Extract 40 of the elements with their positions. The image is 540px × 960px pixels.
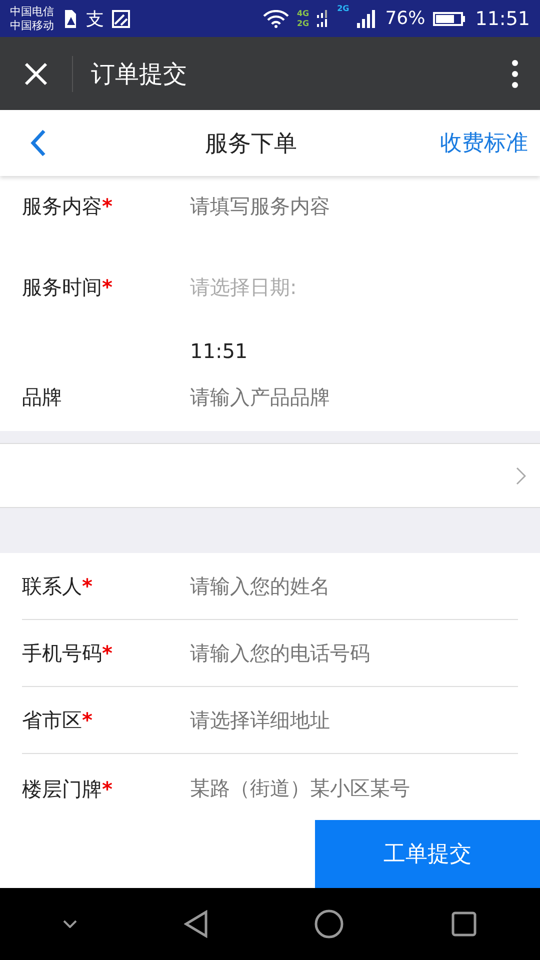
signal-icon (357, 8, 378, 28)
input-field[interactable]: 请输入您的姓名 (190, 574, 518, 598)
recents-square-icon[interactable] (450, 911, 477, 937)
carrier-name: 中国电信 (10, 4, 54, 18)
wifi-icon (262, 10, 289, 28)
app-glyph: 支 (86, 8, 104, 30)
page-title: 服务下单 (204, 130, 298, 158)
app-title: 订单提交 (91, 58, 188, 90)
carrier-name: 中国移动 (10, 18, 54, 32)
battery-percent: 76% (385, 8, 426, 29)
home-circle-icon[interactable] (314, 909, 344, 939)
close-icon[interactable] (24, 62, 48, 86)
pricing-link[interactable]: 收费标准 (426, 128, 540, 158)
input-field[interactable]: 请选择详细地址 (190, 708, 518, 732)
network-type: 2G (296, 18, 310, 28)
network-type: 4G (296, 8, 310, 18)
input-field[interactable]: 请输入产品品牌 (190, 384, 518, 410)
chevron-down-icon[interactable] (63, 920, 78, 928)
field-label: 品牌 (22, 384, 63, 411)
back-icon[interactable] (30, 129, 46, 157)
sim-warning-icon (62, 8, 78, 28)
submit-button[interactable]: 工单提交 (315, 820, 540, 888)
input-field[interactable]: 请输入您的电话号码 (190, 641, 518, 665)
input-field[interactable]: 请填写服务内容 (190, 193, 518, 223)
image-icon (112, 10, 130, 28)
signal-icon (317, 8, 330, 28)
field-label: 服务时间* (22, 274, 114, 301)
clock: 11:51 (475, 8, 530, 30)
more-icon[interactable] (512, 60, 518, 88)
field-label: 手机号码* (22, 640, 114, 666)
field-label: 楼层门牌* (22, 776, 114, 803)
network-type: 2G (337, 4, 350, 13)
back-triangle-icon[interactable] (184, 910, 208, 938)
field-label: 服务内容* (22, 193, 114, 220)
date-picker[interactable]: 请选择日期: (190, 274, 297, 301)
field-label: 省市区* (22, 706, 94, 734)
input-field[interactable]: 某路（街道）某小区某号 (190, 776, 518, 800)
battery-icon (433, 10, 468, 26)
time-value[interactable]: 11:51 (190, 338, 297, 363)
field-label: 联系人* (22, 572, 94, 600)
